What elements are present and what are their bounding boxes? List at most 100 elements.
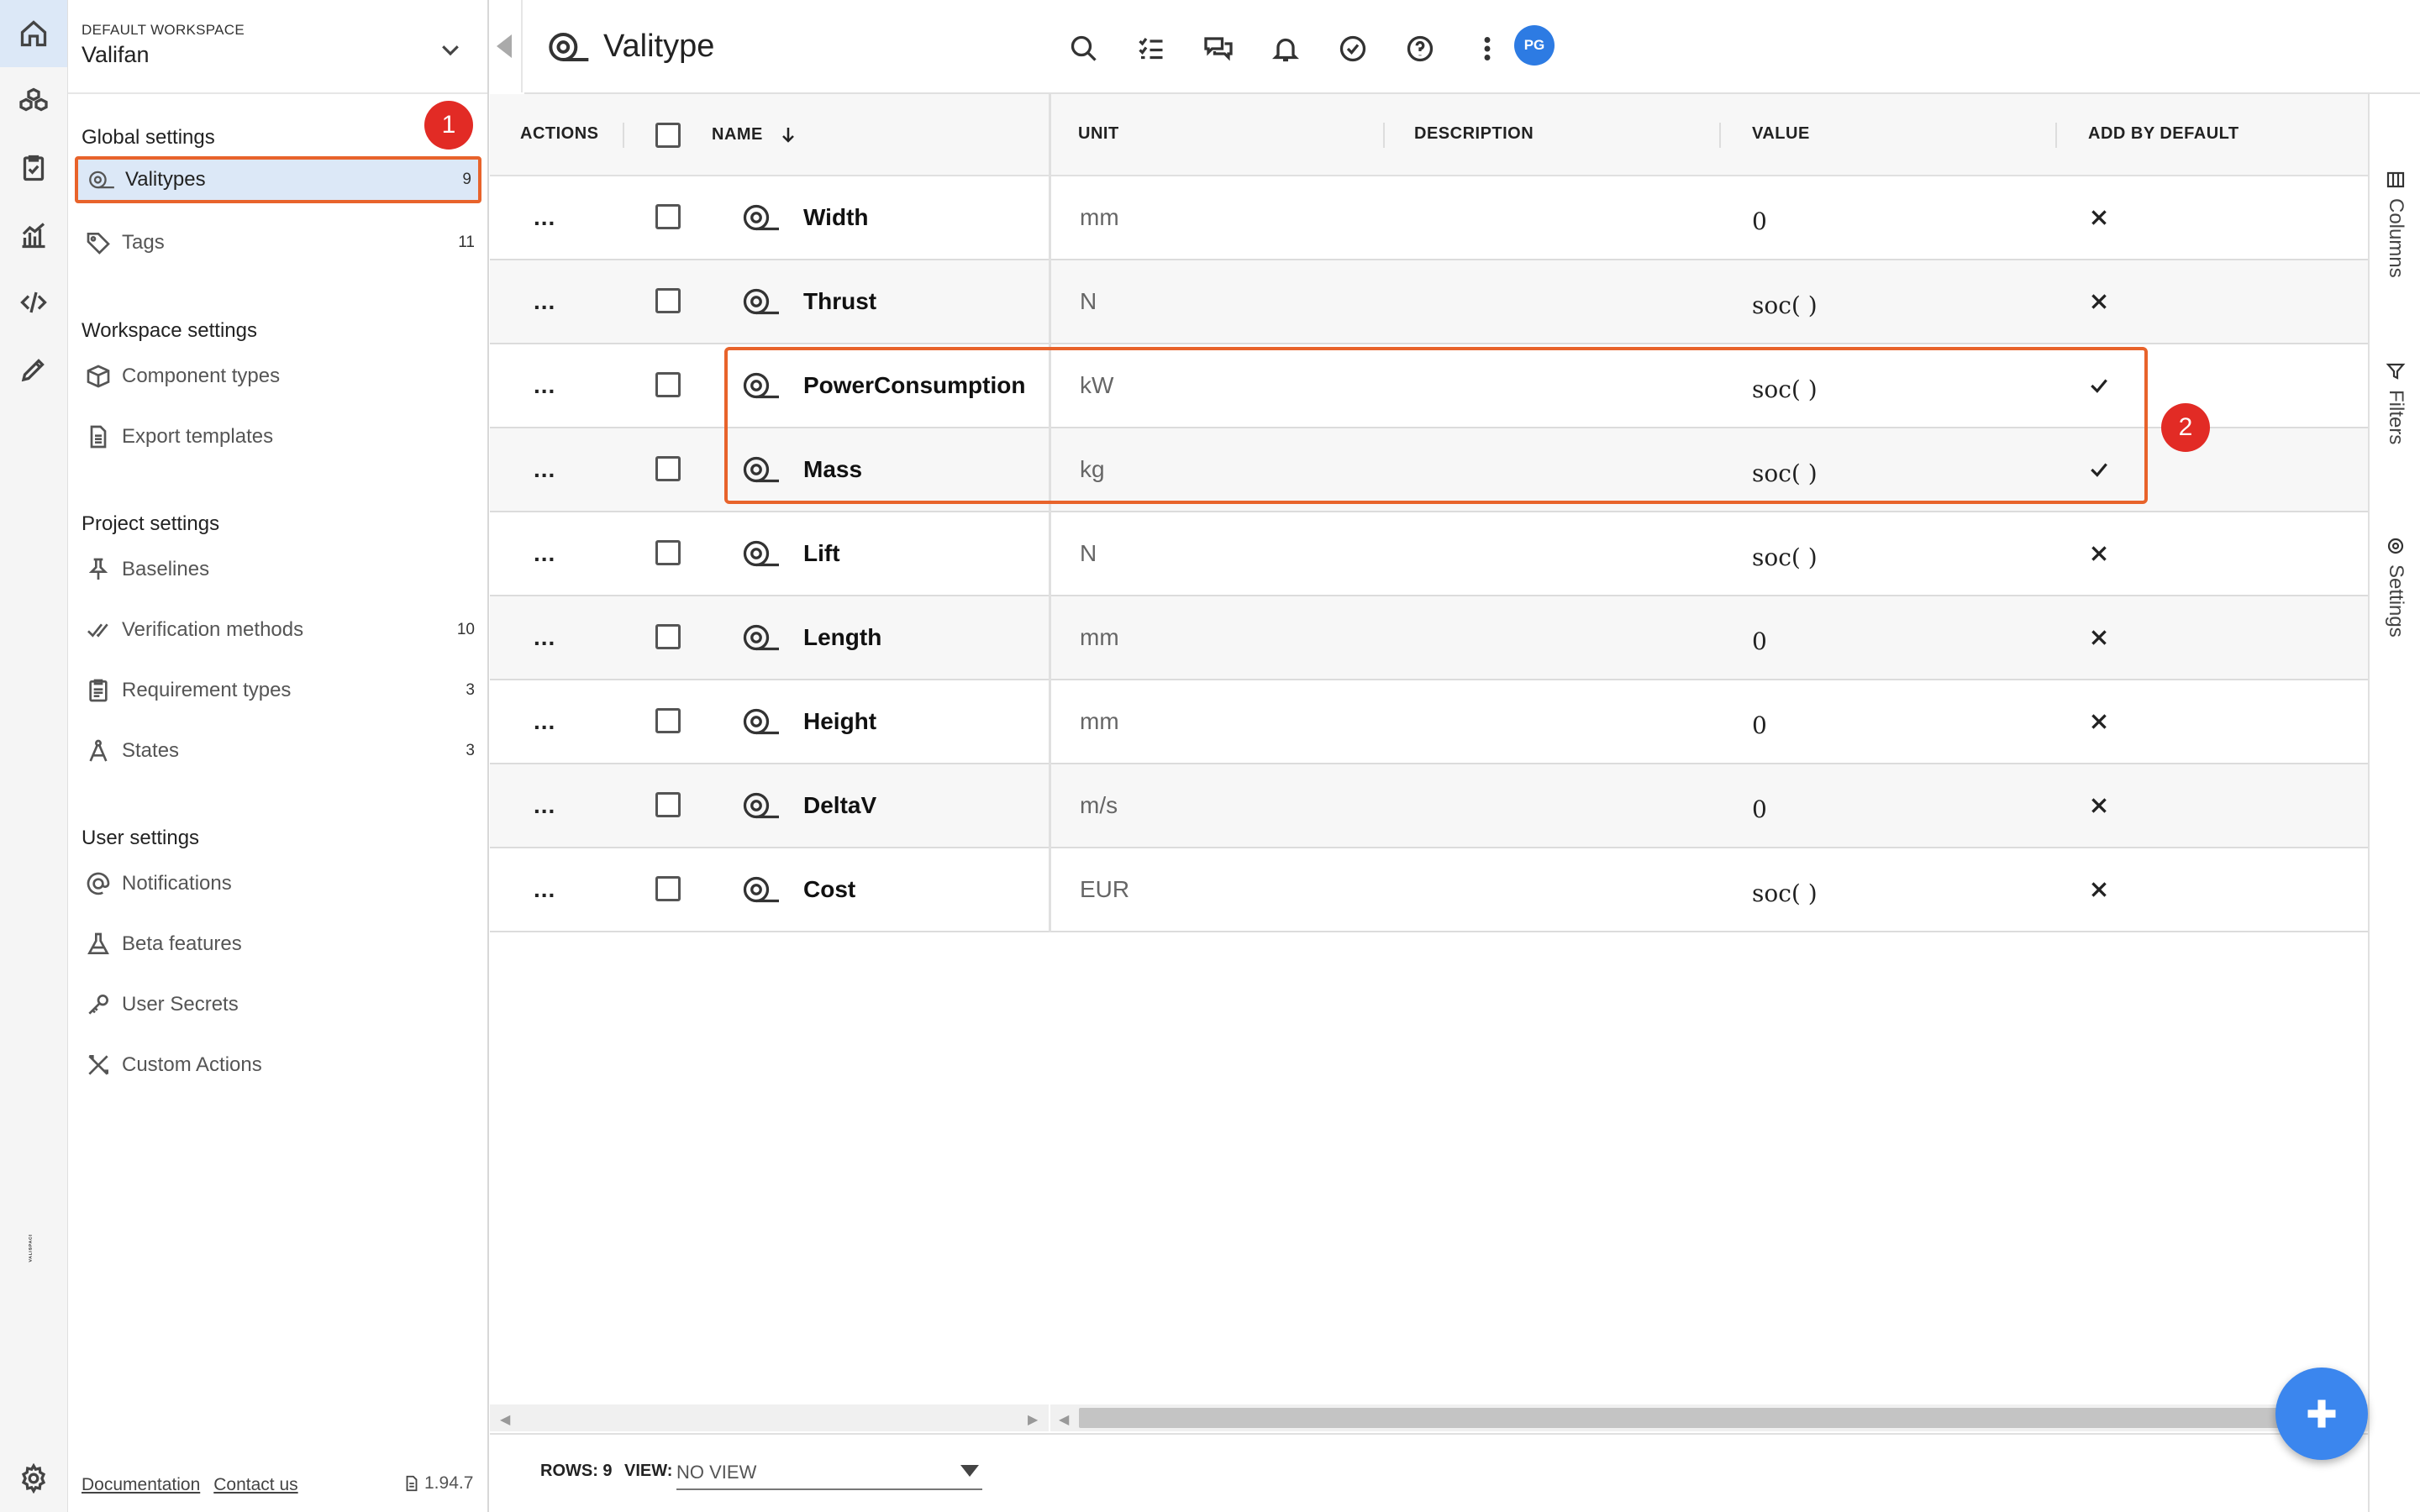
scroll-right-arrow[interactable]: ▶ [1028, 1411, 1038, 1428]
view-select[interactable]: NO VIEW [676, 1453, 982, 1490]
tasks-button[interactable] [1133, 30, 1170, 67]
column-unit[interactable]: UNIT [1078, 124, 1119, 144]
sidebar-item-export-templates[interactable]: Export templates [75, 413, 481, 460]
search-button[interactable] [1065, 30, 1102, 67]
row-add-by-default[interactable] [2088, 176, 2110, 259]
tools-nav[interactable] [0, 336, 67, 403]
row-description[interactable] [1414, 176, 1717, 259]
sidebar-item-notifications[interactable]: Notifications [75, 860, 481, 907]
row-add-by-default[interactable] [2088, 512, 2110, 595]
row-value[interactable]: soc( ) [1752, 848, 1818, 931]
row-name[interactable]: Thrust [803, 260, 876, 343]
row-unit[interactable]: m/s [1080, 764, 1118, 847]
settings-tab[interactable]: Settings [2370, 536, 2420, 638]
row-actions-button[interactable]: ... [534, 764, 555, 847]
sidebar-item-user-secrets[interactable]: User Secrets [75, 981, 481, 1028]
row-checkbox[interactable] [655, 204, 681, 229]
home-nav[interactable] [0, 0, 67, 67]
table-row[interactable]: ... Width mm 0 [490, 176, 2368, 260]
sidebar-item-beta-features[interactable]: Beta features [75, 921, 481, 968]
row-add-by-default[interactable] [2088, 764, 2110, 847]
row-unit[interactable]: EUR [1080, 848, 1129, 931]
scrollbar-thumb[interactable] [1079, 1408, 2331, 1428]
sidebar-item-states[interactable]: States 3 [75, 727, 481, 774]
row-name[interactable]: Mass [803, 428, 862, 511]
column-description[interactable]: DESCRIPTION [1414, 124, 1534, 144]
row-unit[interactable]: mm [1080, 596, 1119, 679]
row-description[interactable] [1414, 596, 1717, 679]
row-name[interactable]: PowerConsumption [803, 344, 1025, 427]
table-row[interactable]: ... Length mm 0 [490, 596, 2368, 680]
row-checkbox[interactable] [655, 876, 681, 901]
sidebar-item-verification-methods[interactable]: Verification methods 10 [75, 606, 481, 654]
row-value[interactable]: 0 [1752, 764, 1767, 847]
settings-nav[interactable] [0, 1445, 67, 1512]
row-actions-button[interactable]: ... [534, 596, 555, 679]
row-checkbox[interactable] [655, 624, 681, 649]
analysis-nav[interactable] [0, 202, 67, 269]
sidebar-item-custom-actions[interactable]: Custom Actions [75, 1042, 481, 1089]
row-name[interactable]: Height [803, 680, 876, 763]
workspace-selector[interactable]: DEFAULT WORKSPACE Valifan [82, 22, 245, 68]
row-description[interactable] [1414, 512, 1717, 595]
row-value[interactable]: soc( ) [1752, 260, 1818, 343]
sidebar-item-valitypes[interactable]: Valitypes 9 [75, 156, 481, 203]
row-add-by-default[interactable] [2088, 260, 2110, 343]
row-actions-button[interactable]: ... [534, 344, 555, 427]
row-add-by-default[interactable] [2088, 428, 2110, 511]
row-add-by-default[interactable] [2088, 848, 2110, 931]
row-checkbox[interactable] [655, 372, 681, 397]
collapse-sidebar-button[interactable] [489, 0, 523, 92]
scroll-left-arrow[interactable]: ◀ [1059, 1411, 1069, 1428]
table-row[interactable]: ... Lift Nsoc( ) [490, 512, 2368, 596]
row-value[interactable]: 0 [1752, 176, 1767, 259]
table-row[interactable]: ... Height mm 0 [490, 680, 2368, 764]
row-unit[interactable]: N [1080, 512, 1097, 595]
workspace-dropdown[interactable] [438, 37, 463, 62]
row-name[interactable]: DeltaV [803, 764, 876, 847]
row-name[interactable]: Length [803, 596, 881, 679]
row-description[interactable] [1414, 344, 1717, 427]
table-row[interactable]: ... PowerConsumption kW soc( ) [490, 344, 2368, 428]
column-value[interactable]: VALUE [1752, 124, 1810, 144]
verifications-button[interactable] [1334, 30, 1371, 67]
row-name[interactable]: Width [803, 176, 869, 259]
row-name[interactable]: Lift [803, 512, 840, 595]
row-actions-button[interactable]: ... [534, 848, 555, 931]
table-row[interactable]: ... DeltaV m/s 0 [490, 764, 2368, 848]
row-value[interactable]: soc( ) [1752, 512, 1818, 595]
row-description[interactable] [1414, 428, 1717, 511]
row-unit[interactable]: mm [1080, 680, 1119, 763]
row-actions-button[interactable]: ... [534, 428, 555, 511]
help-button[interactable] [1402, 30, 1439, 67]
sidebar-item-baselines[interactable]: Baselines [75, 546, 481, 593]
row-actions-button[interactable]: ... [534, 176, 555, 259]
contact-link[interactable]: Contact us [213, 1475, 297, 1494]
row-value[interactable]: 0 [1752, 596, 1767, 679]
columns-tab[interactable]: Columns [2370, 170, 2420, 278]
row-unit[interactable]: N [1080, 260, 1097, 343]
row-add-by-default[interactable] [2088, 680, 2110, 763]
requirements-nav[interactable] [0, 134, 67, 202]
row-unit[interactable]: kW [1080, 344, 1113, 427]
sidebar-item-tags[interactable]: Tags 11 [75, 219, 481, 266]
row-actions-button[interactable]: ... [534, 260, 555, 343]
pinned-horizontal-scrollbar[interactable]: ◀ ▶ [490, 1404, 1049, 1431]
select-all-checkbox[interactable] [655, 123, 681, 148]
sidebar-item-requirement-types[interactable]: Requirement types 3 [75, 667, 481, 714]
row-add-by-default[interactable] [2088, 596, 2110, 679]
row-description[interactable] [1414, 680, 1717, 763]
row-actions-button[interactable]: ... [534, 512, 555, 595]
column-add-by-default[interactable]: ADD BY DEFAULT [2088, 124, 2239, 144]
scripting-nav[interactable] [0, 269, 67, 336]
add-valitype-button[interactable] [2275, 1368, 2368, 1460]
table-row[interactable]: ... Thrust Nsoc( ) [490, 260, 2368, 344]
row-checkbox[interactable] [655, 708, 681, 733]
sidebar-item-component-types[interactable]: Component types [75, 353, 481, 400]
row-checkbox[interactable] [655, 456, 681, 481]
row-value[interactable]: soc( ) [1752, 428, 1818, 511]
row-unit[interactable]: kg [1080, 428, 1105, 511]
row-name[interactable]: Cost [803, 848, 855, 931]
row-add-by-default[interactable] [2088, 344, 2110, 427]
row-checkbox[interactable] [655, 792, 681, 817]
